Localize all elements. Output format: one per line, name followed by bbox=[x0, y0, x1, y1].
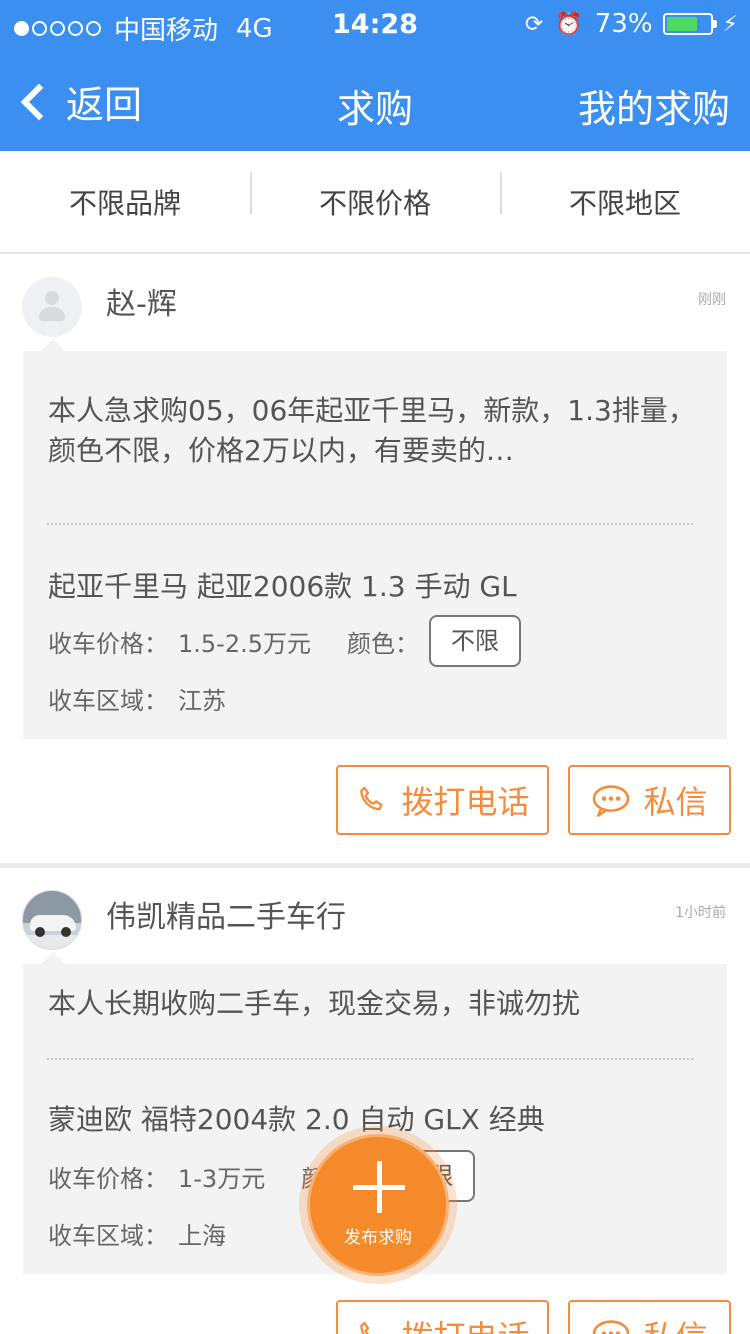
divider bbox=[47, 523, 693, 525]
price-value: 1-3万元 bbox=[178, 1164, 266, 1193]
avatar[interactable] bbox=[22, 890, 82, 950]
region-value: 上海 bbox=[178, 1222, 226, 1250]
user-name: 伟凯精品二手车行 bbox=[106, 900, 346, 935]
message-label: 私信 bbox=[643, 783, 708, 821]
divider bbox=[47, 1058, 693, 1060]
nav-bar: 返回 求购 我的求购 bbox=[0, 50, 750, 151]
region-label: 收车区域： bbox=[48, 1222, 168, 1250]
call-label: 拨打电话 bbox=[401, 783, 530, 821]
chat-bubble-icon bbox=[593, 1320, 630, 1334]
color-label: 颜色： bbox=[347, 629, 419, 658]
message-button[interactable]: 私信 bbox=[568, 765, 731, 835]
request-description: 本人急求购05，06年起亚千里马，新款，1.3排量，颜色不限，价格2万以内，有要… bbox=[48, 394, 696, 467]
battery-percent: 73% bbox=[594, 9, 653, 39]
region-value: 江苏 bbox=[178, 687, 226, 715]
price-value: 1.5-2.5万元 bbox=[178, 629, 311, 658]
avatar[interactable] bbox=[22, 277, 82, 337]
phone-icon bbox=[360, 1321, 370, 1334]
call-button[interactable]: 拨打电话 bbox=[336, 765, 549, 835]
chat-bubble-icon bbox=[593, 785, 630, 817]
request-detail-box[interactable]: 本人急求购05，06年起亚千里马，新款，1.3排量，颜色不限，价格2万以内，有要… bbox=[23, 339, 727, 739]
message-label: 私信 bbox=[643, 1312, 707, 1334]
battery-icon bbox=[662, 13, 717, 35]
user-name: 赵-辉 bbox=[106, 287, 177, 322]
status-bar: 中国移动 4G 14:28 ⟳ ⏰ 73% ⚡ bbox=[0, 0, 750, 50]
request-card: 赵-辉 刚刚 本人急求购05，06年起亚千里马，新款，1.3排量，颜色不限，价格… bbox=[0, 255, 750, 863]
filter-price[interactable]: 不限价格 bbox=[250, 172, 500, 222]
post-request-button[interactable]: 发布求购 bbox=[307, 1134, 449, 1276]
my-requests-button[interactable]: 我的求购 bbox=[578, 78, 730, 133]
request-description: 本人长期收购二手车，现金交易，非诚勿扰 bbox=[48, 987, 581, 1020]
filter-region[interactable]: 不限地区 bbox=[500, 172, 750, 222]
post-request-label: 发布求购 bbox=[344, 1228, 412, 1248]
price-label: 收车价格： bbox=[48, 629, 168, 658]
plus-icon bbox=[353, 1161, 405, 1213]
call-label: 拨打电话 bbox=[401, 1312, 529, 1334]
region-label: 收车区域： bbox=[48, 687, 168, 715]
car-model: 蒙迪欧 福特2004款 2.0 自动 GLX 经典 bbox=[48, 1103, 545, 1136]
charging-icon: ⚡ bbox=[722, 11, 738, 37]
filter-bar: 不限品牌 不限价格 不限地区 bbox=[0, 152, 750, 254]
call-button[interactable]: 拨打电话 bbox=[336, 1300, 549, 1334]
filter-brand[interactable]: 不限品牌 bbox=[0, 182, 250, 222]
color-tag: 不限 bbox=[429, 615, 521, 667]
post-time: 1小时前 bbox=[675, 905, 726, 921]
message-button[interactable]: 私信 bbox=[568, 1300, 731, 1334]
price-label: 收车价格： bbox=[48, 1164, 168, 1193]
car-model: 起亚千里马 起亚2006款 1.3 手动 GL bbox=[48, 570, 517, 603]
alarm-icon: ⏰ bbox=[555, 11, 583, 37]
phone-icon bbox=[360, 786, 383, 811]
post-time: 刚刚 bbox=[698, 292, 726, 308]
rotation-lock-icon: ⟳ bbox=[524, 11, 544, 37]
